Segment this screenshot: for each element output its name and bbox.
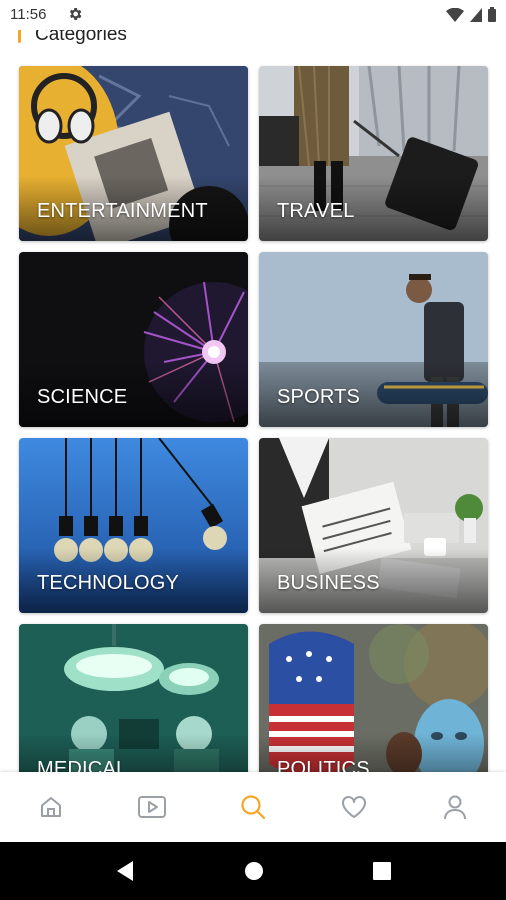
category-label: SPORTS	[277, 386, 361, 408]
nav-favorites[interactable]	[304, 772, 405, 842]
category-label: SCIENCE	[37, 386, 128, 408]
profile-icon	[444, 795, 467, 820]
category-card-entertainment[interactable]: ENTERTAINMENT	[19, 66, 248, 241]
category-card-travel[interactable]: TRAVEL	[259, 66, 488, 241]
home-circle-icon[interactable]	[244, 861, 264, 881]
home-icon	[40, 797, 61, 817]
category-card-politics[interactable]: POLITICS	[259, 624, 488, 772]
category-label: TRAVEL	[277, 200, 355, 222]
category-label: POLITICS	[277, 758, 370, 772]
heart-icon	[342, 796, 367, 818]
wifi-icon	[446, 7, 464, 22]
system-navigation-bar	[0, 842, 506, 900]
category-card-business[interactable]: BUSINESS	[259, 438, 488, 613]
settings-gear-icon	[69, 8, 82, 20]
section-header: Categories	[18, 30, 127, 46]
search-icon	[241, 795, 266, 820]
back-icon[interactable]	[115, 860, 135, 882]
category-label: TECHNOLOGY	[37, 572, 180, 594]
category-card-sports[interactable]: SPORTS	[259, 252, 488, 427]
nav-profile[interactable]	[405, 772, 506, 842]
nav-videos[interactable]	[101, 772, 202, 842]
nav-search[interactable]	[202, 772, 303, 842]
signal-icon	[470, 7, 482, 22]
category-card-technology[interactable]: TECHNOLOGY	[19, 438, 248, 613]
category-label: ENTERTAINMENT	[37, 200, 208, 222]
status-icons	[446, 7, 496, 22]
section-title: Categories	[35, 30, 127, 45]
category-label: BUSINESS	[277, 572, 380, 594]
category-card-science[interactable]: SCIENCE	[19, 252, 248, 427]
video-icon	[137, 796, 166, 818]
status-bar: 11:56	[0, 0, 506, 30]
bottom-navigation	[0, 772, 506, 842]
nav-home[interactable]	[0, 772, 101, 842]
categories-screen[interactable]: Categories ENTERTAINMENT TRAVEL SCIENCE …	[0, 30, 506, 772]
battery-icon	[488, 7, 496, 22]
recents-icon[interactable]	[373, 862, 392, 880]
section-accent-bar	[18, 30, 21, 43]
category-card-medical[interactable]: MEDICAL	[19, 624, 248, 772]
category-label: MEDICAL	[37, 758, 128, 772]
status-time: 11:56	[10, 6, 47, 23]
